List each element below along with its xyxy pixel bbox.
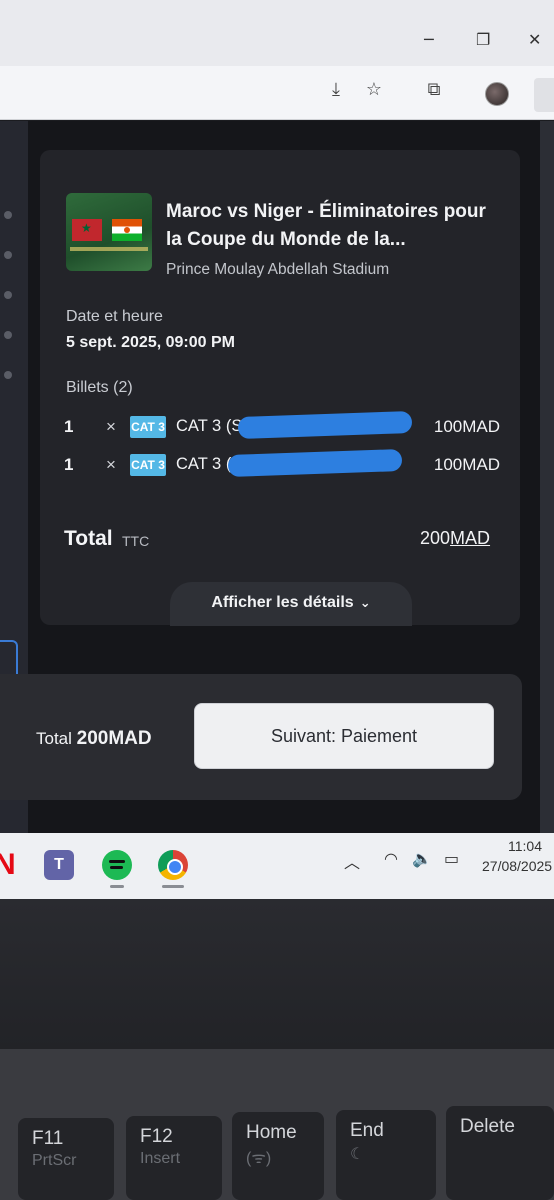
footer-total-value: 200MAD — [76, 728, 152, 749]
profile-avatar[interactable] — [485, 82, 509, 106]
battery-icon[interactable]: ▭ — [444, 849, 459, 868]
ticket-quantity: 1 — [64, 417, 74, 436]
airplane-mode-icon: (ᯤ) — [246, 1150, 272, 1167]
key-end[interactable]: End ☾ — [336, 1110, 436, 1200]
browser-titlebar: ─ ❐ ✕ — [0, 0, 554, 66]
total-label: Total — [64, 527, 113, 550]
key-label: Home — [246, 1122, 297, 1143]
chrome-running-indicator — [162, 885, 184, 888]
taskbar — [0, 833, 554, 899]
footer-total: Total 200MAD — [36, 728, 152, 750]
event-title: Maroc vs Niger - Éliminatoires pour la C… — [166, 201, 486, 250]
chevron-down-icon: ⌄ — [359, 596, 371, 611]
key-label: End — [350, 1120, 384, 1141]
clock-time[interactable]: 11:04 — [508, 838, 542, 854]
ticket-quantity: 1 — [64, 455, 74, 474]
wifi-icon[interactable]: ◠ — [384, 849, 398, 868]
teams-icon[interactable]: T — [44, 850, 74, 880]
ticket-price: 100MAD — [433, 455, 500, 474]
ticket-row: 1 × CAT 3 CAT 3 (S 100MAD — [64, 448, 504, 480]
total-currency-link[interactable]: MAD — [450, 528, 490, 548]
key-f12[interactable]: F12 Insert — [126, 1116, 222, 1200]
times-icon: × — [106, 455, 116, 474]
key-sub-label: PrtScr — [32, 1152, 77, 1169]
total-ttc-label: TTC — [122, 533, 150, 549]
key-delete[interactable]: Delete — [446, 1106, 554, 1200]
redaction-mark — [227, 448, 403, 478]
browser-toolbar: ⤓ ☆ ⧉ — [0, 66, 554, 120]
next-payment-button[interactable]: Suivant: Paiement — [194, 703, 494, 769]
times-icon: × — [106, 417, 116, 436]
datetime-label: Date et heure — [66, 308, 163, 325]
key-f11[interactable]: F11 PrtScr — [18, 1118, 114, 1200]
show-details-button[interactable]: Afficher les détails ⌄ — [170, 582, 412, 626]
ticket-price: 100MAD — [433, 417, 500, 436]
bookmark-star-icon[interactable]: ☆ — [362, 78, 386, 102]
event-image — [66, 193, 152, 271]
ticket-row: 1 × CAT 3 CAT 3 (Se 100MAD — [64, 410, 504, 442]
tickets-label: Billets (2) — [66, 379, 133, 396]
chevron-up-icon[interactable]: ︿ — [344, 849, 360, 873]
morocco-flag-icon — [72, 219, 102, 241]
footer-total-label: Total — [36, 729, 72, 748]
event-venue: Prince Moulay Abdellah Stadium — [166, 261, 390, 278]
page-scrollbar[interactable] — [540, 121, 554, 833]
clock-date[interactable]: 27/08/2025 — [482, 858, 552, 874]
volume-icon[interactable]: 🔈 — [412, 849, 432, 868]
restore-button[interactable]: ❐ — [476, 30, 490, 49]
key-label: F12 — [140, 1126, 173, 1147]
niger-flag-icon — [112, 219, 142, 241]
category-badge: CAT 3 — [130, 454, 166, 476]
minimize-button[interactable]: ─ — [424, 30, 434, 49]
key-sub-label: Insert — [140, 1150, 181, 1167]
chrome-icon[interactable] — [158, 850, 188, 880]
key-label: Delete — [460, 1116, 515, 1137]
show-details-label: Afficher les détails — [211, 594, 354, 611]
extensions-icon[interactable]: ⧉ — [422, 78, 446, 102]
key-home[interactable]: Home (ᯤ) — [232, 1112, 324, 1200]
total-value: 200MAD — [420, 528, 490, 549]
download-icon[interactable]: ⤓ — [324, 78, 348, 102]
spotify-icon[interactable] — [102, 850, 132, 880]
spotify-running-indicator — [110, 885, 124, 888]
redaction-mark — [237, 410, 413, 440]
datetime-value: 5 sept. 2025, 09:00 PM — [66, 334, 235, 351]
moon-icon: ☾ — [350, 1146, 365, 1163]
menu-icon[interactable] — [534, 78, 554, 112]
key-label: F11 — [32, 1128, 64, 1149]
total-amount: 200 — [420, 528, 451, 548]
close-button[interactable]: ✕ — [528, 30, 541, 49]
category-badge: CAT 3 — [130, 416, 166, 438]
laptop-bezel — [0, 899, 554, 1049]
